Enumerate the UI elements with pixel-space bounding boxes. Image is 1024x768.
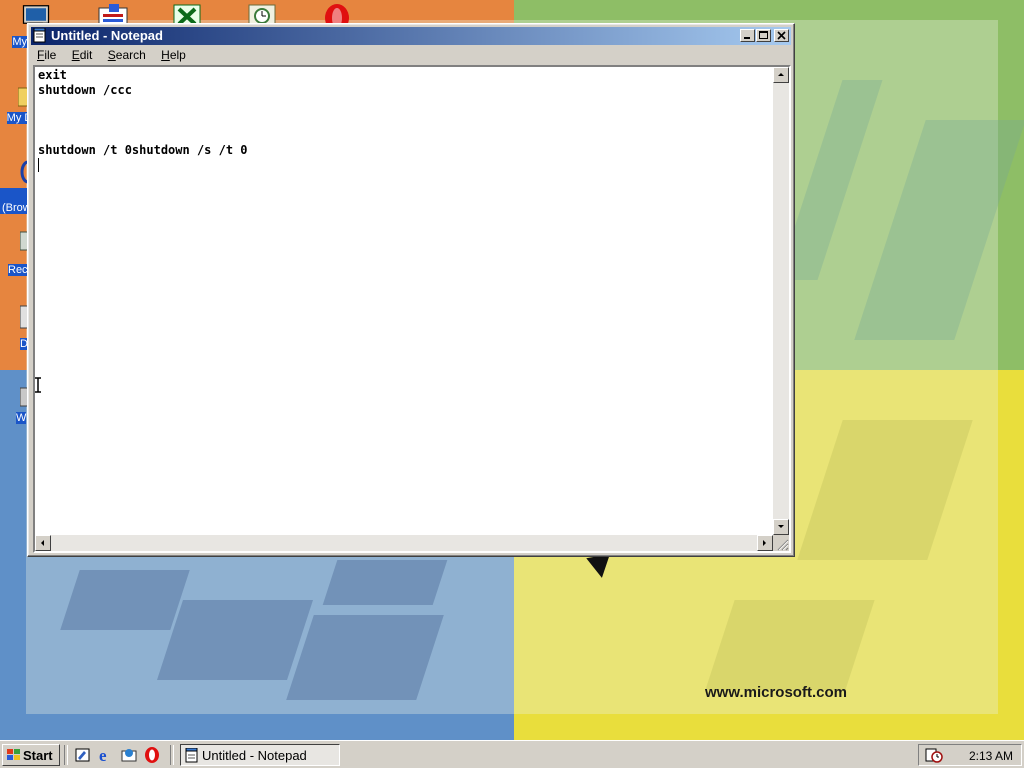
wallpaper-tile	[60, 570, 190, 630]
taskbar-separator	[170, 745, 174, 765]
text-caret	[38, 158, 39, 172]
menu-help[interactable]: Help	[155, 46, 192, 62]
menu-accel: S	[107, 48, 116, 62]
wallpaper-tile	[286, 615, 444, 700]
arrow-down-icon	[778, 525, 784, 528]
minimize-icon	[744, 37, 750, 39]
system-tray: 2:13 AM	[918, 744, 1022, 766]
show-desktop-icon[interactable]	[74, 746, 92, 764]
wallpaper-tile	[705, 600, 875, 690]
scroll-up-button[interactable]	[773, 67, 789, 83]
start-button[interactable]: Start	[2, 744, 60, 766]
arrow-up-icon	[778, 73, 784, 76]
start-label: Start	[23, 748, 53, 763]
taskbar-item-label: Untitled - Notepad	[202, 748, 307, 763]
arrow-left-icon	[41, 540, 44, 546]
scroll-right-button[interactable]	[757, 535, 773, 551]
vertical-scrollbar[interactable]	[773, 67, 789, 535]
resize-grip-icon	[777, 539, 789, 551]
ibeam-cursor-icon	[35, 377, 41, 393]
menu-label: earch	[115, 48, 146, 62]
notepad-icon	[185, 748, 198, 763]
minimize-button[interactable]	[740, 29, 755, 42]
edit-area[interactable]: exit shutdown /ccc shutdown /t 0shutdown…	[33, 65, 791, 553]
menu-accel: H	[161, 48, 170, 62]
notepad-window[interactable]: Untitled - Notepad File Edit Search Help…	[27, 23, 795, 557]
taskbar: Start e Untitled - Notepad 2:13 AM	[0, 740, 1024, 768]
desktop-icon-label: Rec	[8, 264, 28, 276]
menu-label: dit	[79, 48, 93, 62]
text-content[interactable]: exit shutdown /ccc shutdown /t 0shutdown…	[37, 68, 776, 536]
menu-label: ile	[44, 48, 57, 62]
maximize-icon	[759, 31, 768, 39]
wallpaper-tile	[157, 600, 313, 680]
size-grip[interactable]	[773, 535, 789, 551]
internet-explorer-icon[interactable]: e	[97, 746, 115, 764]
wallpaper-tile	[322, 560, 448, 605]
taskbar-separator	[64, 745, 68, 765]
arrow-right-icon	[763, 540, 766, 546]
menu-search[interactable]: Search	[102, 46, 152, 62]
menu-edit[interactable]: Edit	[66, 46, 99, 62]
horizontal-scrollbar[interactable]	[35, 535, 773, 551]
window-title: Untitled - Notepad	[51, 28, 163, 43]
scroll-left-button[interactable]	[35, 535, 51, 551]
windows-flag-icon	[7, 749, 20, 760]
title-bar[interactable]: Untitled - Notepad	[31, 27, 791, 45]
notepad-icon	[33, 28, 46, 43]
outlook-express-icon[interactable]	[120, 746, 138, 764]
taskbar-item-notepad[interactable]: Untitled - Notepad	[180, 744, 340, 766]
menu-accel: E	[71, 48, 80, 62]
menu-bar: File Edit Search Help	[31, 46, 791, 64]
close-icon	[777, 31, 786, 40]
svg-text:e: e	[99, 746, 107, 764]
close-button[interactable]	[774, 29, 789, 42]
maximize-button[interactable]	[756, 29, 771, 42]
clock[interactable]: 2:13 AM	[969, 749, 1013, 763]
scheduler-tray-icon[interactable]	[925, 747, 943, 763]
opera-icon[interactable]	[143, 746, 161, 764]
scroll-down-button[interactable]	[773, 519, 789, 535]
wallpaper-arrow-shape	[586, 554, 614, 580]
menu-file[interactable]: File	[31, 46, 62, 62]
desktop-icon-label: W	[16, 412, 27, 424]
wallpaper-url-text: www.microsoft.com	[705, 684, 847, 701]
menu-label: elp	[169, 48, 186, 62]
